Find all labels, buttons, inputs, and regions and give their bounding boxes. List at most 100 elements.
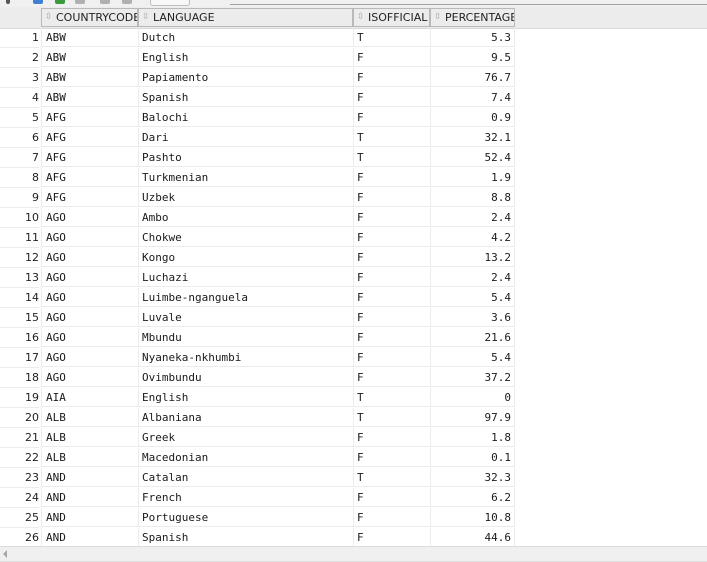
cell-language[interactable]: English [138, 48, 353, 67]
cell-percentage[interactable]: 5.4 [430, 288, 515, 307]
cell-percentage[interactable]: 4.2 [430, 228, 515, 247]
row-number[interactable]: 20 [0, 408, 39, 428]
cell-countrycode[interactable]: AND [41, 488, 138, 507]
table-row[interactable]: 24 AND French F 6.2 [0, 488, 515, 508]
cell-countrycode[interactable]: AGO [41, 308, 138, 327]
cell-percentage[interactable]: 13.2 [430, 248, 515, 267]
cell-percentage[interactable]: 0 [430, 388, 515, 407]
cell-isofficial[interactable]: F [353, 428, 430, 447]
row-number[interactable]: 10 [0, 208, 39, 228]
column-header-language[interactable]: ⇳ LANGUAGE [138, 8, 353, 27]
cell-language[interactable]: Ambo [138, 208, 353, 227]
cell-percentage[interactable]: 1.8 [430, 428, 515, 447]
table-row[interactable]: 10 AGO Ambo F 2.4 [0, 208, 515, 228]
cell-language[interactable]: Kongo [138, 248, 353, 267]
cell-isofficial[interactable]: T [353, 28, 430, 47]
cell-percentage[interactable]: 2.4 [430, 268, 515, 287]
cell-countrycode[interactable]: AGO [41, 248, 138, 267]
horizontal-scrollbar[interactable] [0, 546, 707, 562]
cell-countrycode[interactable]: ALB [41, 408, 138, 427]
cell-language[interactable]: Albaniana [138, 408, 353, 427]
cell-percentage[interactable]: 8.8 [430, 188, 515, 207]
cell-language[interactable]: French [138, 488, 353, 507]
cell-language[interactable]: Spanish [138, 88, 353, 107]
cell-countrycode[interactable]: AFG [41, 168, 138, 187]
sort-arrows-icon[interactable]: ⇳ [45, 9, 54, 26]
cell-isofficial[interactable]: F [353, 288, 430, 307]
cell-language[interactable]: Uzbek [138, 188, 353, 207]
table-row[interactable]: 23 AND Catalan T 32.3 [0, 468, 515, 488]
cell-countrycode[interactable]: AND [41, 528, 138, 547]
cell-isofficial[interactable]: F [353, 508, 430, 527]
refresh-icon[interactable] [75, 0, 85, 4]
table-row[interactable]: 22 ALB Macedonian F 0.1 [0, 448, 515, 468]
cell-percentage[interactable]: 10.8 [430, 508, 515, 527]
cell-percentage[interactable]: 0.9 [430, 108, 515, 127]
table-row[interactable]: 7 AFG Pashto T 52.4 [0, 148, 515, 168]
cell-language[interactable]: Pashto [138, 148, 353, 167]
cell-percentage[interactable]: 6.2 [430, 488, 515, 507]
export-icon[interactable] [55, 0, 65, 4]
cell-countrycode[interactable]: AFG [41, 188, 138, 207]
cell-isofficial[interactable]: F [353, 488, 430, 507]
row-number[interactable]: 21 [0, 428, 39, 448]
cell-isofficial[interactable]: F [353, 108, 430, 127]
row-number[interactable]: 3 [0, 68, 39, 88]
row-number[interactable]: 23 [0, 468, 39, 488]
cell-language[interactable]: Papiamento [138, 68, 353, 87]
sort-arrows-icon[interactable]: ⇳ [357, 9, 366, 26]
row-number[interactable]: 12 [0, 248, 39, 268]
cell-language[interactable]: Macedonian [138, 448, 353, 467]
cell-language[interactable]: Turkmenian [138, 168, 353, 187]
cell-isofficial[interactable]: F [353, 268, 430, 287]
table-row[interactable]: 13 AGO Luchazi F 2.4 [0, 268, 515, 288]
cell-isofficial[interactable]: F [353, 348, 430, 367]
table-row[interactable]: 4 ABW Spanish F 7.4 [0, 88, 515, 108]
row-number[interactable]: 19 [0, 388, 39, 408]
row-number[interactable]: 26 [0, 528, 39, 548]
table-row[interactable]: 1 ABW Dutch T 5.3 [0, 28, 515, 48]
row-number[interactable]: 4 [0, 88, 39, 108]
cell-percentage[interactable]: 21.6 [430, 328, 515, 347]
row-number[interactable]: 15 [0, 308, 39, 328]
cell-isofficial[interactable]: F [353, 208, 430, 227]
table-row[interactable]: 21 ALB Greek F 1.8 [0, 428, 515, 448]
table-row[interactable]: 18 AGO Ovimbundu F 37.2 [0, 368, 515, 388]
cell-language[interactable]: Dutch [138, 28, 353, 47]
cell-percentage[interactable]: 1.9 [430, 168, 515, 187]
cell-percentage[interactable]: 52.4 [430, 148, 515, 167]
scroll-left-icon[interactable] [3, 550, 7, 558]
cell-countrycode[interactable]: ABW [41, 48, 138, 67]
row-number[interactable]: 13 [0, 268, 39, 288]
cell-language[interactable]: Chokwe [138, 228, 353, 247]
cell-countrycode[interactable]: AND [41, 508, 138, 527]
cell-countrycode[interactable]: AGO [41, 328, 138, 347]
fetch-rows-button[interactable] [150, 0, 190, 6]
table-row[interactable]: 25 AND Portuguese F 10.8 [0, 508, 515, 528]
row-number[interactable]: 8 [0, 168, 39, 188]
cell-percentage[interactable]: 9.5 [430, 48, 515, 67]
cell-percentage[interactable]: 7.4 [430, 88, 515, 107]
cell-percentage[interactable]: 3.6 [430, 308, 515, 327]
table-row[interactable]: 11 AGO Chokwe F 4.2 [0, 228, 515, 248]
table-row[interactable]: 17 AGO Nyaneka-nkhumbi F 5.4 [0, 348, 515, 368]
cell-isofficial[interactable]: F [353, 528, 430, 547]
cell-percentage[interactable]: 0.1 [430, 448, 515, 467]
cell-language[interactable]: Portuguese [138, 508, 353, 527]
sql-icon[interactable] [122, 0, 132, 4]
cell-percentage[interactable]: 2.4 [430, 208, 515, 227]
cell-percentage[interactable]: 37.2 [430, 368, 515, 387]
table-row[interactable]: 19 AIA English T 0 [0, 388, 515, 408]
cell-isofficial[interactable]: F [353, 88, 430, 107]
cell-language[interactable]: Greek [138, 428, 353, 447]
cell-language[interactable]: Luimbe-nganguela [138, 288, 353, 307]
cell-countrycode[interactable]: AGO [41, 208, 138, 227]
cell-countrycode[interactable]: AIA [41, 388, 138, 407]
cell-countrycode[interactable]: AFG [41, 128, 138, 147]
cell-isofficial[interactable]: F [353, 368, 430, 387]
row-number[interactable]: 2 [0, 48, 39, 68]
sort-arrows-icon[interactable]: ⇳ [434, 9, 443, 26]
cell-percentage[interactable]: 76.7 [430, 68, 515, 87]
row-number[interactable]: 17 [0, 348, 39, 368]
cell-isofficial[interactable]: T [353, 128, 430, 147]
